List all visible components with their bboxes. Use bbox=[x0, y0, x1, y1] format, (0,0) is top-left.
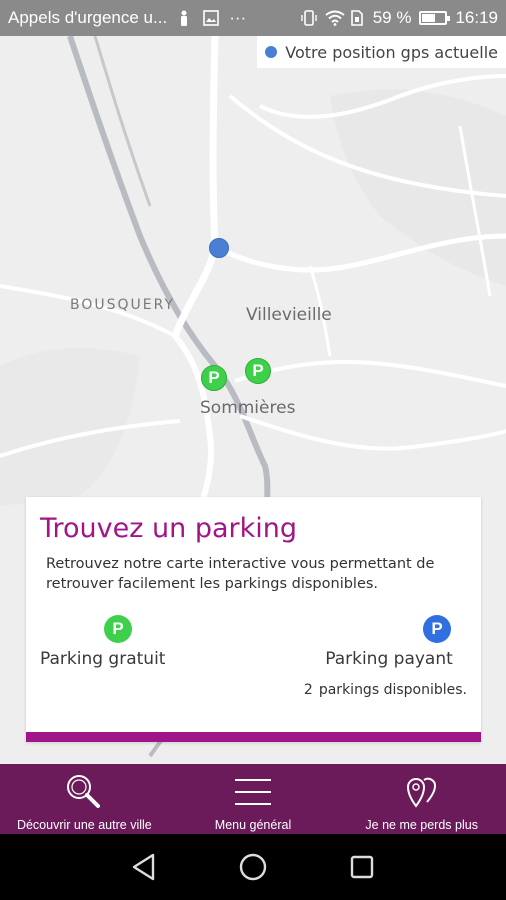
paid-parking-label: Parking payant bbox=[325, 649, 453, 669]
card-title: Trouvez un parking bbox=[40, 513, 297, 544]
status-bar: Appels d'urgence u... ··· 59 % 16:19 bbox=[0, 0, 506, 36]
parking-count: 2 parkings disponibles. bbox=[304, 682, 467, 698]
bottom-navigation: Découvrir une autre ville Menu général J… bbox=[0, 764, 506, 834]
more-notifications-icon: ··· bbox=[229, 8, 247, 27]
clock: 16:19 bbox=[455, 8, 498, 27]
nav-discover-city-label: Découvrir une autre ville bbox=[16, 818, 152, 832]
back-triangle-icon bbox=[133, 853, 155, 881]
paid-parking-icon: P bbox=[423, 615, 451, 643]
recents-button[interactable] bbox=[342, 847, 382, 887]
hamburger-menu-icon bbox=[233, 772, 273, 812]
gps-legend-label: Votre position gps actuelle bbox=[285, 42, 498, 62]
nav-main-menu-label: Menu général bbox=[214, 818, 292, 832]
card-accent-bar bbox=[26, 732, 481, 742]
current-location-marker[interactable] bbox=[209, 238, 229, 258]
map-label-sommieres: Sommières bbox=[200, 398, 296, 418]
map-label-bousquery: BOUSQUERY bbox=[70, 297, 176, 313]
recents-square-icon bbox=[350, 855, 373, 879]
wifi-icon bbox=[325, 10, 345, 26]
gps-dot-icon bbox=[265, 46, 278, 58]
parking-count-number: 2 bbox=[303, 682, 313, 698]
parking-count-text: parkings disponibles. bbox=[318, 682, 467, 698]
nav-discover-city[interactable]: Découvrir une autre ville bbox=[0, 764, 169, 834]
battery-icon bbox=[419, 11, 451, 25]
nav-dont-get-lost[interactable]: Je ne me perds plus bbox=[337, 764, 506, 834]
home-button[interactable] bbox=[233, 847, 273, 887]
free-parking-icon: P bbox=[104, 615, 132, 643]
battery-percent: 59 % bbox=[372, 8, 412, 27]
map-pins-icon bbox=[402, 772, 442, 812]
nav-dont-get-lost-label: Je ne me perds plus bbox=[365, 818, 478, 832]
home-circle-icon bbox=[239, 853, 267, 881]
nav-main-menu[interactable]: Menu général bbox=[169, 764, 338, 834]
battery-fill bbox=[422, 14, 436, 22]
sim-icon bbox=[349, 10, 365, 26]
free-parking-label: Parking gratuit bbox=[40, 649, 166, 669]
parking-info-card: Trouvez un parking Retrouvez notre carte… bbox=[26, 497, 481, 742]
back-button[interactable] bbox=[124, 847, 164, 887]
vibrate-icon bbox=[301, 10, 317, 26]
legend-free-parking: P Parking gratuit bbox=[40, 615, 200, 669]
image-icon bbox=[203, 10, 219, 26]
gps-legend: Votre position gps actuelle bbox=[257, 36, 506, 68]
system-navigation-bar bbox=[0, 834, 506, 900]
map-label-villevieille: Villevieille bbox=[246, 305, 332, 325]
parking-marker[interactable]: P bbox=[245, 358, 271, 384]
magnifier-icon bbox=[64, 772, 104, 812]
parking-marker[interactable]: P bbox=[201, 365, 227, 391]
legend-paid-parking: P Parking payant bbox=[309, 615, 469, 669]
person-icon bbox=[177, 10, 193, 26]
status-app-title: Appels d'urgence u... bbox=[8, 8, 168, 27]
card-description: Retrouvez notre carte interactive vous p… bbox=[46, 556, 435, 592]
